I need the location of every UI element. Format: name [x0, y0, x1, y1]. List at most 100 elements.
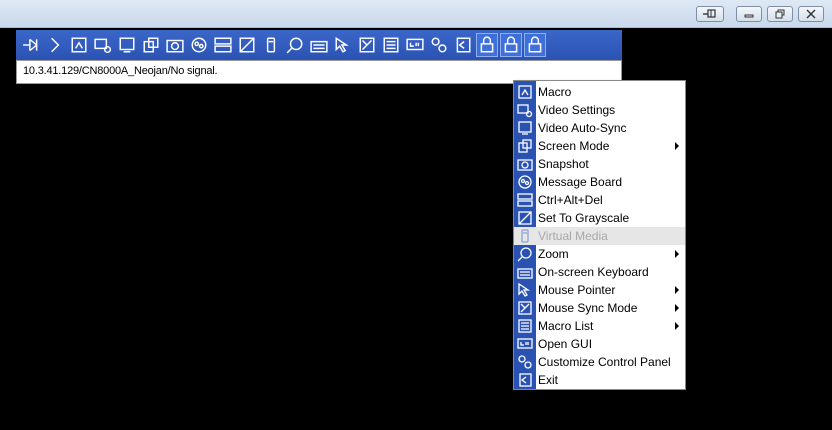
macro-icon — [518, 85, 532, 99]
menu-item-label: Open GUI — [538, 337, 593, 351]
menu-icon-wrapper — [515, 173, 535, 191]
ctrl-alt-del-icon — [214, 37, 232, 53]
toolbar-button-message-board[interactable] — [188, 33, 210, 57]
menu-item-ctrl-alt-del[interactable]: Ctrl+Alt+Del — [514, 191, 685, 209]
mouse-pointer-icon — [518, 282, 531, 297]
snapshot-icon — [517, 159, 533, 171]
menu-icon-wrapper — [515, 209, 535, 227]
menu-item-label: Macro List — [538, 319, 594, 333]
control-panel-icon — [518, 355, 532, 369]
open-gui-icon — [406, 38, 424, 51]
toolbar-button-lock[interactable] — [500, 33, 522, 57]
status-text: 10.3.41.129/CN8000A_Neojan/No signal. — [23, 65, 218, 77]
menu-item-on-screen-keyboard[interactable]: On-screen Keyboard — [514, 263, 685, 281]
title-bar — [0, 0, 832, 28]
menu-icon-wrapper — [515, 137, 535, 155]
toolbar-button-open-gui[interactable] — [404, 33, 426, 57]
menu-icon-wrapper — [515, 299, 535, 317]
menu-item-macro[interactable]: Macro — [514, 83, 685, 101]
menu-item-video-auto-sync[interactable]: Video Auto-Sync — [514, 119, 685, 137]
menu-icon-wrapper — [515, 83, 535, 101]
toolbar-button-video-auto-sync[interactable] — [116, 33, 138, 57]
video-auto-sync-icon — [119, 37, 135, 53]
menu-item-label: Virtual Media — [538, 229, 608, 243]
menu-icon-wrapper — [515, 335, 535, 353]
toolbar-button-mouse-sync[interactable] — [356, 33, 378, 57]
video-settings-icon — [94, 38, 112, 54]
virtual-media-icon — [521, 229, 529, 243]
menu-item-label: Snapshot — [538, 157, 589, 171]
toolbar-button-macro-list[interactable] — [380, 33, 402, 57]
submenu-arrow-icon — [675, 142, 679, 150]
menu-icon-wrapper — [515, 191, 535, 209]
menu-item-label: Set To Grayscale — [538, 211, 630, 225]
minimize-button[interactable] — [736, 6, 762, 22]
menu-item-label: Message Board — [538, 175, 623, 189]
toolbar-button-exit[interactable] — [452, 33, 474, 57]
menu-icon-wrapper — [515, 101, 535, 119]
menu-item-set-to-grayscale[interactable]: Set To Grayscale — [514, 209, 685, 227]
restore-button[interactable] — [767, 6, 793, 22]
submenu-arrow-icon — [675, 250, 679, 258]
grayscale-icon — [239, 37, 255, 53]
lock-icon — [480, 36, 494, 53]
menu-item-open-gui[interactable]: Open GUI — [514, 335, 685, 353]
menu-item-customize-control-panel[interactable]: Customize Control Panel — [514, 353, 685, 371]
lock-icon — [528, 36, 542, 53]
keyboard-icon — [517, 268, 533, 279]
menu-icon-wrapper — [515, 371, 535, 389]
menu-item-mouse-pointer[interactable]: Mouse Pointer — [514, 281, 685, 299]
menu-icon-wrapper — [515, 263, 535, 281]
menu-item-label: Mouse Pointer — [538, 283, 616, 297]
submenu-arrow-icon — [675, 304, 679, 312]
toolbar-button-lock[interactable] — [476, 33, 498, 57]
zoom-icon — [517, 247, 532, 262]
menu-icon-wrapper — [515, 227, 535, 245]
toolbar-button-control-panel[interactable] — [428, 33, 450, 57]
toolbar-button-grayscale[interactable] — [236, 33, 258, 57]
pin-button[interactable] — [696, 6, 724, 22]
menu-item-label: Video Settings — [538, 103, 616, 117]
menu-item-exit[interactable]: Exit — [514, 371, 685, 389]
menu-item-label: Zoom — [538, 247, 569, 261]
menu-item-label: Screen Mode — [538, 139, 610, 153]
toolbar-button-snapshot[interactable] — [164, 33, 186, 57]
menu-item-label: Video Auto-Sync — [538, 121, 627, 135]
macro-list-icon — [518, 319, 532, 333]
toolbar-button-ctrl-alt-del[interactable] — [212, 33, 234, 57]
menu-item-label: Exit — [538, 373, 559, 387]
grayscale-icon — [518, 211, 532, 225]
toolbar-button-arrow[interactable] — [44, 33, 66, 57]
toolbar-button-mouse-pointer[interactable] — [332, 33, 354, 57]
menu-item-macro-list[interactable]: Macro List — [514, 317, 685, 335]
toolbar-button-keyboard[interactable] — [308, 33, 330, 57]
menu-item-message-board[interactable]: Message Board — [514, 173, 685, 191]
toolbar-button-lock[interactable] — [524, 33, 546, 57]
keyboard-icon — [310, 40, 328, 53]
mouse-sync-icon — [359, 37, 375, 53]
control-panel-icon — [431, 37, 447, 53]
menu-item-mouse-sync-mode[interactable]: Mouse Sync Mode — [514, 299, 685, 317]
message-board-icon — [518, 175, 532, 189]
ctrl-alt-del-icon — [517, 193, 533, 207]
video-auto-sync-icon — [518, 121, 532, 135]
toolbar-button-zoom[interactable] — [284, 33, 306, 57]
toolbar-button-macro[interactable] — [68, 33, 90, 57]
menu-item-label: Mouse Sync Mode — [538, 301, 638, 315]
screen-mode-icon — [518, 139, 532, 153]
menu-item-snapshot[interactable]: Snapshot — [514, 155, 685, 173]
menu-item-zoom[interactable]: Zoom — [514, 245, 685, 263]
menu-item-screen-mode[interactable]: Screen Mode — [514, 137, 685, 155]
toolbar-button-virtual-media[interactable] — [260, 33, 282, 57]
close-button[interactable] — [798, 6, 824, 22]
toolbar-button-screen-mode[interactable] — [140, 33, 162, 57]
toolbar-button-video-settings[interactable] — [92, 33, 114, 57]
menu-icon-wrapper — [515, 353, 535, 371]
exit-icon — [519, 373, 532, 387]
toolbar-button-pin[interactable] — [20, 33, 42, 57]
menu-item-video-settings[interactable]: Video Settings — [514, 101, 685, 119]
lock-icon — [504, 36, 518, 53]
snapshot-icon — [166, 39, 184, 53]
pin-icon — [23, 38, 38, 52]
virtual-media-icon — [266, 37, 276, 53]
